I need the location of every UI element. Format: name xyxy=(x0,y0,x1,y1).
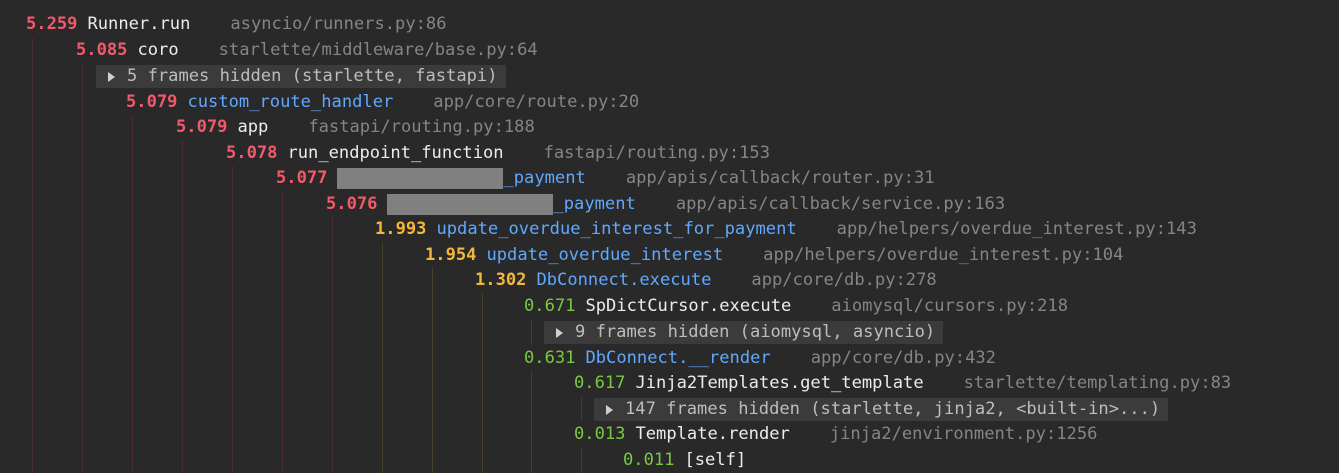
frame-time: 0.013 xyxy=(574,424,626,444)
frame-location: app/apis/callback/router.py:31 xyxy=(625,168,935,188)
frame-row[interactable]: 1.993 update_overdue_interest_for_paymen… xyxy=(375,217,1197,243)
frame-time: 0.671 xyxy=(524,296,576,316)
frame-location: app/core/db.py:432 xyxy=(810,348,996,368)
hidden-frames-label: 9 frames hidden (aiomysql, asyncio) xyxy=(575,322,936,342)
frame-location: app/helpers/overdue_interest.py:143 xyxy=(836,219,1197,239)
frame-time: 5.259 xyxy=(26,14,78,34)
frame-time: 5.077 xyxy=(276,168,328,188)
indent-guide xyxy=(581,448,582,473)
redacted-block xyxy=(387,194,554,216)
indent-guide xyxy=(432,268,433,473)
frame-location: starlette/middleware/base.py:64 xyxy=(218,40,538,60)
frame-location: app/helpers/overdue_interest.py:104 xyxy=(763,245,1124,265)
indent-guide xyxy=(82,64,83,473)
frame-location: app/apis/callback/service.py:163 xyxy=(675,194,1006,214)
indent-guide xyxy=(531,320,532,345)
frame-time: 5.079 xyxy=(176,117,228,137)
frame-location: asyncio/runners.py:86 xyxy=(230,14,447,34)
frame-time: 5.085 xyxy=(76,40,128,60)
frame-time: 5.079 xyxy=(126,92,178,112)
indent-guide xyxy=(282,192,283,473)
hidden-frames-label: 5 frames hidden (starlette, fastapi) xyxy=(127,66,498,86)
hidden-frames-toggle[interactable]: 9 frames hidden (aiomysql, asyncio) xyxy=(544,320,944,346)
frame-row[interactable]: 1.954 update_overdue_interest app/helper… xyxy=(425,243,1123,269)
hidden-frames-toggle[interactable]: 147 frames hidden (starlette, jinja2, <b… xyxy=(594,397,1169,423)
hidden-frames-label: 147 frames hidden (starlette, jinja2, <b… xyxy=(625,399,1161,419)
frame-row[interactable]: 0.671 SpDictCursor.execute aiomysql/curs… xyxy=(524,294,1068,320)
indent-guide xyxy=(581,397,582,422)
indent-guide xyxy=(382,243,383,473)
frame-row[interactable]: 5.077 _payment app/apis/callback/router.… xyxy=(276,166,935,192)
frame-function: SpDictCursor.execute xyxy=(585,296,792,316)
frame-row[interactable]: 5.076 _payment app/apis/callback/service… xyxy=(326,192,1005,218)
frame-row[interactable]: 5.085 coro starlette/middleware/base.py:… xyxy=(76,38,538,64)
frame-row[interactable]: 0.631 DbConnect.__render app/core/db.py:… xyxy=(524,346,996,372)
frame-location: app/core/route.py:20 xyxy=(433,92,640,112)
frame-function: run_endpoint_function xyxy=(287,143,504,163)
indent-guide xyxy=(132,115,133,473)
frame-row[interactable]: 0.617 Jinja2Templates.get_template starl… xyxy=(574,371,1231,397)
redacted-block xyxy=(337,168,504,190)
frame-function: DbConnect.__render xyxy=(585,348,771,368)
frame-function: Jinja2Templates.get_template xyxy=(635,373,924,393)
frame-function: update_overdue_interest_for_payment xyxy=(436,219,797,239)
indent-guide xyxy=(531,371,532,473)
frame-row[interactable]: 1.302 DbConnect.execute app/core/db.py:2… xyxy=(475,268,937,294)
indent-guide xyxy=(482,294,483,473)
frame-row[interactable]: 5.078 run_endpoint_function fastapi/rout… xyxy=(226,141,770,167)
frame-function: update_overdue_interest xyxy=(486,245,724,265)
frame-time: 5.078 xyxy=(226,143,278,163)
indent-guide xyxy=(332,217,333,473)
indent-guide xyxy=(182,141,183,473)
frame-function: DbConnect.execute xyxy=(536,270,712,290)
expand-caret-icon[interactable] xyxy=(108,71,115,82)
frame-function: _payment xyxy=(553,194,636,214)
hidden-frames-group[interactable]: 5 frames hidden (starlette, fastapi) xyxy=(96,65,506,89)
frame-function: app xyxy=(237,117,269,137)
profiler-call-tree: 5.259 Runner.run asyncio/runners.py:86 5… xyxy=(0,0,1339,473)
frame-row[interactable]: 5.079 custom_route_handler app/core/rout… xyxy=(126,90,639,116)
expand-caret-icon[interactable] xyxy=(556,327,563,338)
frame-time: 1.302 xyxy=(475,270,527,290)
frame-function: Runner.run xyxy=(87,14,191,34)
hidden-frames-group[interactable]: 147 frames hidden (starlette, jinja2, <b… xyxy=(594,398,1169,422)
frame-location: aiomysql/cursors.py:218 xyxy=(831,296,1068,316)
frame-row[interactable]: 0.011 [self] xyxy=(623,448,746,473)
frame-time: 0.011 xyxy=(623,450,675,470)
frame-function: Template.render xyxy=(635,424,790,444)
frame-function: [self] xyxy=(684,450,747,470)
frame-row[interactable]: 5.079 app fastapi/routing.py:188 xyxy=(176,115,535,141)
frame-time: 5.076 xyxy=(326,194,378,214)
indent-guide xyxy=(232,166,233,473)
frame-row[interactable]: 5.259 Runner.run asyncio/runners.py:86 xyxy=(26,12,447,38)
frame-time: 1.954 xyxy=(425,245,477,265)
frame-time: 0.617 xyxy=(574,373,626,393)
frame-row[interactable]: 0.013 Template.render jinja2/environment… xyxy=(574,422,1097,448)
frame-function: custom_route_handler xyxy=(187,92,394,112)
frame-function: _payment xyxy=(503,168,586,188)
frame-time: 1.993 xyxy=(375,219,427,239)
frame-location: starlette/templating.py:83 xyxy=(963,373,1232,393)
indent-guide xyxy=(32,38,33,473)
frame-location: fastapi/routing.py:188 xyxy=(308,117,535,137)
frame-location: app/core/db.py:278 xyxy=(751,270,937,290)
hidden-frames-toggle[interactable]: 5 frames hidden (starlette, fastapi) xyxy=(96,64,506,90)
hidden-frames-group[interactable]: 9 frames hidden (aiomysql, asyncio) xyxy=(544,321,944,345)
expand-caret-icon[interactable] xyxy=(606,404,613,415)
frame-location: fastapi/routing.py:153 xyxy=(543,143,771,163)
frame-location: jinja2/environment.py:1256 xyxy=(829,424,1098,444)
frame-time: 0.631 xyxy=(524,348,576,368)
frame-function: coro xyxy=(137,40,179,60)
